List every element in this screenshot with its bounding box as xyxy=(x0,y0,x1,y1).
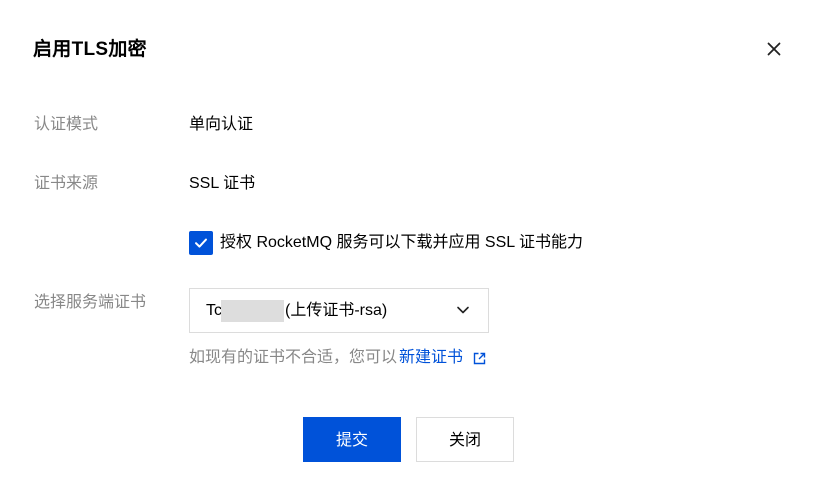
authorize-checkbox-label: 授权 RocketMQ 服务可以下载并应用 SSL 证书能力 xyxy=(220,234,584,251)
chevron-down-icon xyxy=(457,306,469,314)
auth-mode-label: 认证模式 xyxy=(34,116,99,133)
cert-source-label: 证书来源 xyxy=(34,175,99,192)
create-cert-link[interactable]: 新建证书 xyxy=(399,347,463,369)
cert-source-value: SSL 证书 xyxy=(189,175,256,192)
authorize-checkbox[interactable] xyxy=(189,231,213,255)
check-icon xyxy=(195,238,207,248)
external-link-icon[interactable] xyxy=(473,352,486,365)
tls-dialog: 启用TLS加密 认证模式 单向认证 证书来源 SSL 证书 授权 RocketM… xyxy=(0,0,817,496)
server-cert-select[interactable]: Tc (上传证书-rsa) xyxy=(189,288,489,333)
server-cert-label: 选择服务端证书 xyxy=(34,294,147,311)
close-icon[interactable] xyxy=(762,37,786,61)
dialog-title: 启用TLS加密 xyxy=(33,39,147,60)
hint-message: 如现有的证书不合适，您可以 xyxy=(189,349,398,366)
redacted-mask xyxy=(221,299,284,322)
server-cert-selected-value: Tc (上传证书-rsa) xyxy=(206,299,388,322)
hint-text: 如现有的证书不合适，您可以 新建证书 xyxy=(189,347,486,369)
close-button[interactable]: 关闭 xyxy=(416,417,514,462)
auth-mode-value: 单向认证 xyxy=(189,116,254,133)
authorize-checkbox-row[interactable]: 授权 RocketMQ 服务可以下载并应用 SSL 证书能力 xyxy=(189,231,583,255)
server-cert-suffix: (上传证书-rsa) xyxy=(285,301,388,319)
server-cert-prefix: Tc xyxy=(206,301,222,319)
submit-button[interactable]: 提交 xyxy=(303,417,401,462)
